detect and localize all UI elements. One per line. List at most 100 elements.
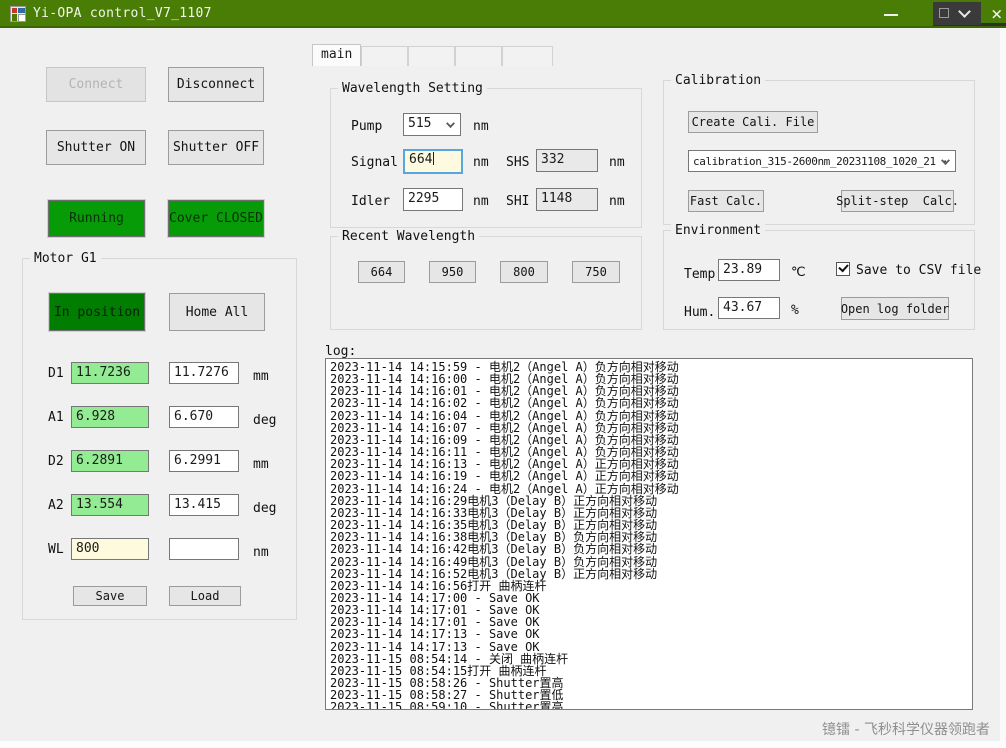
brand-watermark: 镱镭 - 飞秒科学仪器领跑者 — [822, 719, 990, 739]
hum-label: Hum. — [684, 305, 715, 320]
split-step-calc-button[interactable]: Split-step Calc. — [841, 190, 954, 212]
disconnect-button[interactable]: Disconnect — [168, 67, 264, 102]
window-edge-bottom — [0, 741, 1006, 748]
close-button[interactable] — [986, 1, 1006, 27]
running-status-button[interactable]: Running — [48, 200, 145, 237]
cover-status-button[interactable]: Cover CLOSED — [168, 200, 264, 237]
create-cali-file-button[interactable]: Create Cali. File — [688, 111, 818, 133]
titlebar: Yi-OPA control_V7_1107 — [0, 0, 1006, 28]
in-position-button[interactable]: In position — [49, 293, 145, 331]
log-entry: 2023-11-15 08:59:10 - Shutter置高 — [330, 701, 972, 710]
motor-group: Motor G1 In position Home All D1 11.7236… — [22, 258, 297, 620]
motor-current-field[interactable]: 13.554 — [71, 494, 149, 516]
motor-row-label: A2 — [48, 498, 64, 513]
window-edge-right — [1000, 28, 1006, 748]
tab-empty-1[interactable] — [361, 46, 408, 66]
recent-wavelength-button[interactable]: 750 — [572, 261, 620, 283]
shi-label: SHI — [506, 194, 529, 209]
log-label: log: — [325, 344, 356, 359]
motor-current-field[interactable]: 800 — [71, 538, 149, 560]
chevron-down-icon[interactable] — [958, 5, 971, 18]
motor-group-title: Motor G1 — [30, 251, 101, 266]
window-title: Yi-OPA control_V7_1107 — [33, 6, 212, 21]
hum-field[interactable]: 43.67 — [718, 297, 780, 319]
calibration-group-title: Calibration — [671, 73, 765, 88]
log-entry: 2023-11-14 14:16:19 - 电机2（Angel A）正方向相对移… — [330, 470, 972, 482]
signal-input[interactable]: 664 — [403, 149, 463, 174]
window-controls[interactable] — [933, 2, 981, 25]
motor-row-unit: mm — [253, 457, 269, 472]
save-csv-label: Save to CSV file — [856, 263, 981, 278]
signal-value: 664 — [409, 152, 432, 167]
environment-group: Environment Temp. 23.89 ℃ Save to CSV fi… — [663, 230, 975, 330]
recent-wavelength-title: Recent Wavelength — [338, 229, 479, 244]
motor-row-label: D1 — [48, 366, 64, 381]
log-entry: 2023-11-14 14:16:24 - 电机2（Angel A）正方向相对移… — [330, 483, 972, 495]
log-entry: 2023-11-14 14:16:04 - 电机2（Angel A）负方向相对移… — [330, 410, 972, 422]
chevron-down-icon — [446, 119, 455, 128]
motor-row-label: WL — [48, 542, 64, 557]
fast-calc-button[interactable]: Fast Calc. — [688, 190, 764, 212]
log-entry: 2023-11-14 14:16:02 - 电机2（Angel A）负方向相对移… — [330, 397, 972, 409]
motor-target-field[interactable]: 6.2991 — [169, 450, 239, 472]
motor-row-unit: mm — [253, 369, 269, 384]
recent-wavelength-button[interactable]: 950 — [429, 261, 476, 283]
open-log-folder-button[interactable]: Open log folder — [841, 297, 949, 320]
save-csv-checkbox[interactable] — [836, 262, 850, 276]
signal-unit: nm — [473, 155, 489, 170]
pump-label: Pump — [351, 119, 382, 134]
temp-unit: ℃ — [791, 265, 806, 280]
home-all-button[interactable]: Home All — [169, 293, 265, 331]
motor-target-field[interactable]: 6.670 — [169, 406, 239, 428]
motor-target-field[interactable]: 11.7276 — [169, 362, 239, 384]
motor-current-field[interactable]: 11.7236 — [71, 362, 149, 384]
pump-value: 515 — [408, 116, 431, 131]
motor-row-unit: nm — [253, 545, 269, 560]
recent-wavelength-button[interactable]: 664 — [358, 261, 405, 283]
wavelength-group-title: Wavelength Setting — [338, 81, 487, 96]
minimize-button[interactable] — [876, 0, 906, 28]
shutter-on-button[interactable]: Shutter ON — [46, 130, 146, 165]
pump-select[interactable]: 515 — [403, 113, 461, 136]
motor-current-field[interactable]: 6.2891 — [71, 450, 149, 472]
log-entry: 2023-11-14 14:17:13 - Save OK — [330, 628, 972, 640]
environment-group-title: Environment — [671, 223, 765, 238]
log-textbox[interactable]: 2023-11-14 14:15:59 - 电机2（Angel A）负方向相对移… — [325, 358, 973, 710]
calibration-file-value: calibration_315-2600nm_20231108_1020_21 … — [693, 155, 948, 168]
motor-current-field[interactable]: 6.928 — [71, 406, 149, 428]
shi-field[interactable]: 1148 — [536, 188, 598, 211]
motor-target-field[interactable] — [169, 538, 239, 560]
pump-unit: nm — [473, 119, 489, 134]
idler-unit: nm — [473, 194, 489, 209]
maximize-icon[interactable] — [939, 8, 949, 18]
tab-empty-3[interactable] — [455, 46, 502, 66]
shi-unit: nm — [609, 194, 625, 209]
shs-field[interactable]: 332 — [536, 149, 598, 172]
recent-wavelength-group: Recent Wavelength 664 950 800 750 — [330, 236, 642, 330]
text-caret — [433, 152, 434, 165]
log-entry: 2023-11-14 14:16:49电机3（Delay B）负方向相对移动 — [330, 556, 972, 568]
calibration-file-select[interactable]: calibration_315-2600nm_20231108_1020_21 … — [688, 150, 956, 172]
motor-row-unit: deg — [253, 501, 276, 516]
tab-empty-2[interactable] — [408, 46, 455, 66]
tab-empty-4[interactable] — [502, 46, 553, 66]
shs-unit: nm — [609, 155, 625, 170]
motor-row-unit: deg — [253, 413, 276, 428]
calibration-group: Calibration Create Cali. File calibratio… — [663, 80, 975, 225]
tab-main[interactable]: main — [312, 44, 361, 66]
save-button[interactable]: Save — [73, 586, 147, 606]
wavelength-group: Wavelength Setting Pump 515 nm Signal 66… — [330, 88, 642, 228]
app-icon — [10, 6, 26, 22]
recent-wavelength-button[interactable]: 800 — [500, 261, 548, 283]
log-entry: 2023-11-14 14:16:52电机3（Delay B）正方向相对移动 — [330, 568, 972, 580]
motor-row-label: A1 — [48, 410, 64, 425]
idler-input[interactable]: 2295 — [403, 188, 463, 211]
log-entry: 2023-11-14 14:16:42电机3（Delay B）负方向相对移动 — [330, 543, 972, 555]
temp-field[interactable]: 23.89 — [718, 259, 780, 281]
motor-target-field[interactable]: 13.415 — [169, 494, 239, 516]
shutter-off-button[interactable]: Shutter OFF — [168, 130, 264, 165]
motor-row-label: D2 — [48, 454, 64, 469]
idler-label: Idler — [351, 194, 390, 209]
load-button[interactable]: Load — [169, 586, 241, 606]
connect-button[interactable]: Connect — [46, 67, 146, 102]
